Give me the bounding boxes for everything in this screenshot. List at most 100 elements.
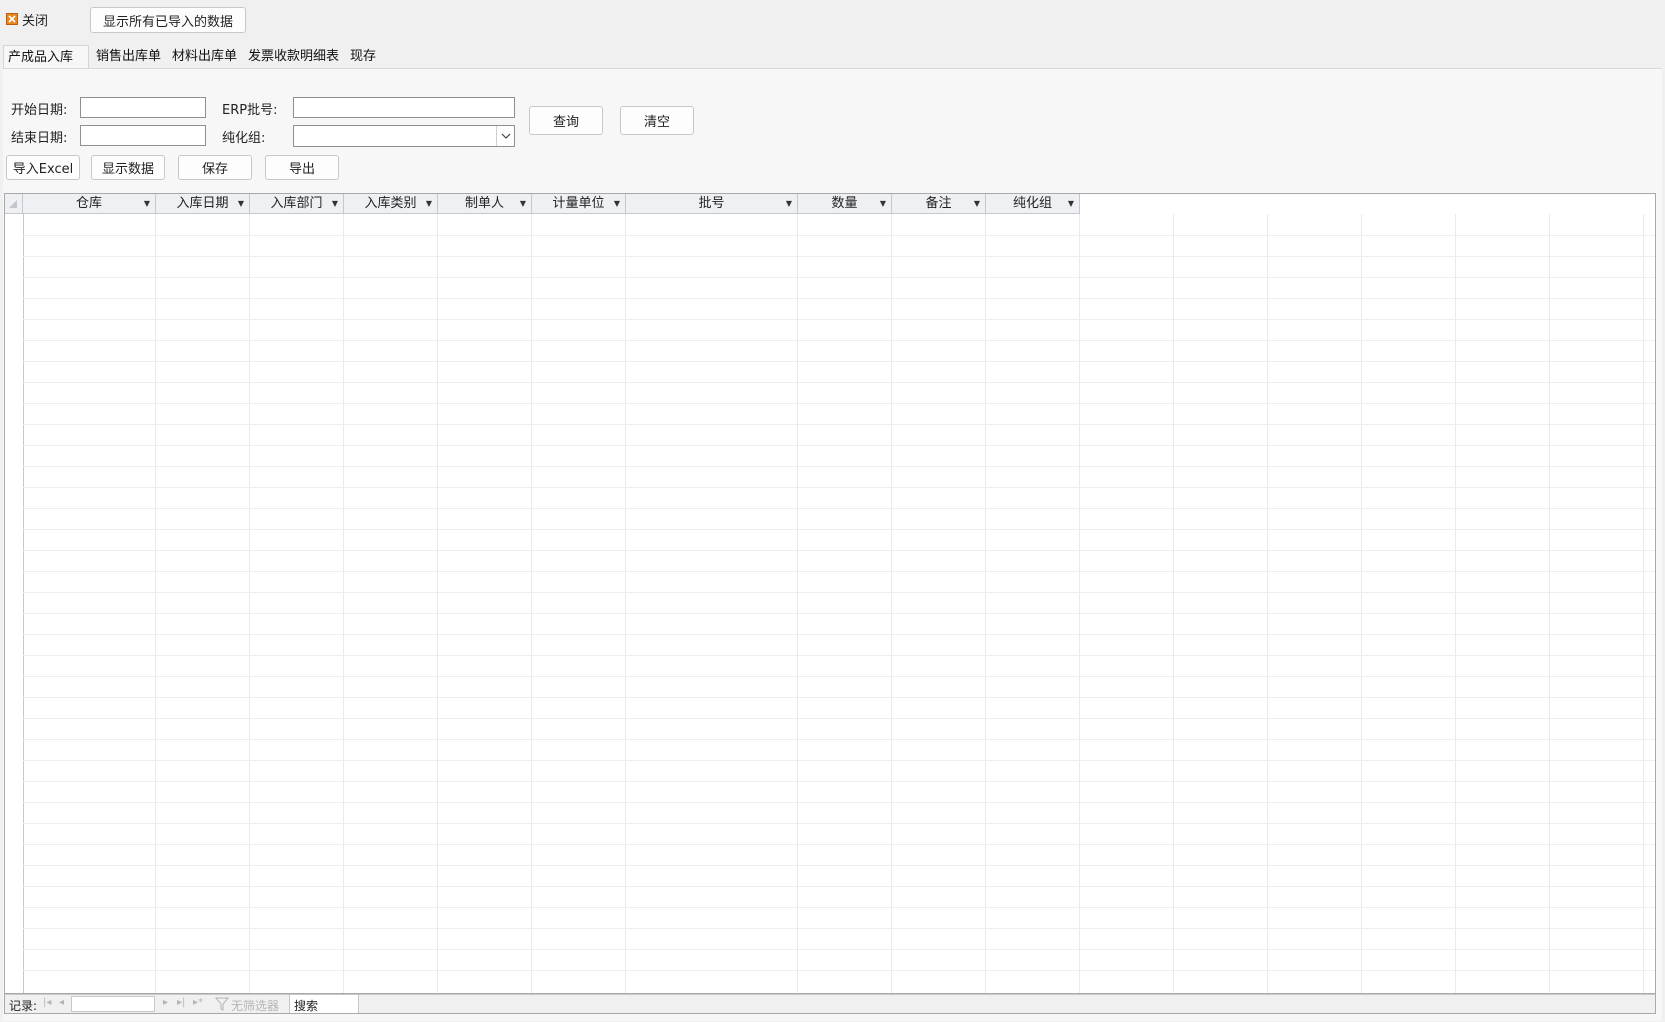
save-button[interactable]: 保存 — [178, 155, 252, 180]
dropdown-arrow-icon[interactable]: ▼ — [614, 194, 620, 214]
column-header-label: 纯化组 — [1012, 196, 1052, 211]
no-filter-label[interactable]: 无筛选器 — [231, 997, 279, 1014]
grid-line — [23, 844, 1655, 845]
column-header-purify-group[interactable]: 纯化组 ▼ — [986, 194, 1080, 214]
column-header-batch[interactable]: 批号 ▼ — [626, 194, 798, 214]
grid-line — [797, 214, 798, 993]
dropdown-arrow-icon[interactable]: ▼ — [786, 194, 792, 214]
grid-line — [1643, 214, 1644, 993]
close-command[interactable]: 关闭 — [6, 10, 48, 29]
grid-line — [23, 382, 1655, 383]
grid-line — [23, 466, 1655, 467]
grid-line — [985, 214, 986, 993]
grid-line — [23, 823, 1655, 824]
record-label: 记录: — [9, 999, 38, 1013]
column-header-quantity[interactable]: 数量 ▼ — [798, 194, 892, 214]
grid-line — [437, 214, 438, 993]
grid-line — [23, 403, 1655, 404]
column-header-label: 入库类别 — [364, 196, 417, 211]
grid-line — [155, 214, 156, 993]
column-header-label: 数量 — [831, 196, 858, 211]
column-header-unit[interactable]: 计量单位 ▼ — [532, 194, 626, 214]
column-header-inbound-type[interactable]: 入库类别 ▼ — [344, 194, 438, 214]
chevron-down-icon[interactable] — [496, 126, 514, 146]
purify-group-select[interactable] — [293, 125, 515, 147]
import-excel-button[interactable]: 导入Excel — [6, 155, 80, 180]
clear-button[interactable]: 清空 — [620, 106, 694, 135]
grid-line — [23, 277, 1655, 278]
tab-sales-outbound[interactable]: 销售出库单 — [92, 45, 166, 68]
grid-line — [23, 214, 24, 993]
grid-line — [23, 256, 1655, 257]
column-header-label: 批号 — [698, 196, 725, 211]
dropdown-arrow-icon[interactable]: ▼ — [426, 194, 432, 214]
grid-line — [23, 739, 1655, 740]
grid-line — [23, 487, 1655, 488]
datasheet-grid[interactable]: 仓库 ▼ 入库日期 ▼ 入库部门 ▼ 入库类别 ▼ 制单人 ▼ 计量单位 ▼ 批号 ▼ 数量 ▼… — [4, 193, 1656, 994]
next-record-icon[interactable]: ▸ — [163, 997, 168, 1008]
grid-line — [23, 445, 1655, 446]
grid-line — [23, 319, 1655, 320]
grid-line — [1079, 214, 1080, 993]
grid-line — [23, 634, 1655, 635]
grid-line — [1455, 214, 1456, 993]
grid-line — [23, 550, 1655, 551]
purify-group-label: 纯化组: — [222, 131, 266, 146]
last-record-icon[interactable]: ▸| — [177, 997, 185, 1008]
grid-line — [23, 361, 1655, 362]
search-label: 搜索 — [294, 999, 319, 1013]
export-button[interactable]: 导出 — [265, 155, 339, 180]
dropdown-arrow-icon[interactable]: ▼ — [974, 194, 980, 214]
dropdown-arrow-icon[interactable]: ▼ — [1068, 194, 1074, 214]
tab-material-outbound[interactable]: 材料出库单 — [168, 45, 242, 68]
grid-line — [891, 214, 892, 993]
query-button[interactable]: 查询 — [529, 106, 603, 135]
tab-current-stock[interactable]: 现存量 — [346, 45, 392, 87]
grid-line — [23, 697, 1655, 698]
column-header-inbound-dept[interactable]: 入库部门 ▼ — [250, 194, 344, 214]
grid-line — [23, 529, 1655, 530]
show-all-imported-button[interactable]: 显示所有已导入的数据 — [90, 7, 246, 33]
column-header-remarks[interactable]: 备注 ▼ — [892, 194, 986, 214]
grid-line — [23, 571, 1655, 572]
grid-line — [23, 613, 1655, 614]
dropdown-arrow-icon[interactable]: ▼ — [332, 194, 338, 214]
grid-line — [249, 214, 250, 993]
grid-line — [23, 424, 1655, 425]
grid-line — [23, 781, 1655, 782]
grid-line — [625, 214, 626, 993]
dropdown-arrow-icon[interactable]: ▼ — [238, 194, 244, 214]
filter-icon — [214, 997, 230, 1014]
record-number-field[interactable] — [71, 996, 155, 1012]
grid-line — [1361, 214, 1362, 993]
tab-product-inbound[interactable]: 产成品入库单 — [3, 45, 89, 88]
grid-line — [23, 298, 1655, 299]
show-data-button[interactable]: 显示数据 — [91, 155, 165, 180]
dropdown-arrow-icon[interactable]: ▼ — [880, 194, 886, 214]
tab-invoice-receipts[interactable]: 发票收款明细表 — [244, 45, 344, 68]
grid-line — [23, 760, 1655, 761]
dropdown-arrow-icon[interactable]: ▼ — [144, 194, 150, 214]
start-date-field[interactable] — [80, 97, 206, 118]
grid-line — [23, 907, 1655, 908]
first-record-icon[interactable]: |◂ — [43, 997, 51, 1008]
grid-line — [23, 340, 1655, 341]
column-header-label: 入库日期 — [176, 196, 229, 211]
new-record-icon[interactable]: ▸* — [193, 997, 203, 1008]
grid-line — [1267, 214, 1268, 993]
search-box[interactable]: 搜索 — [289, 995, 359, 1013]
grid-line — [23, 592, 1655, 593]
previous-record-icon[interactable]: ◂ — [59, 997, 64, 1008]
grid-line — [531, 214, 532, 993]
erp-batch-field[interactable] — [293, 97, 515, 118]
erp-batch-label: ERP批号: — [222, 103, 278, 118]
record-navigation-bar: 记录: |◂ ◂ ▸ ▸| ▸* 无筛选器 搜索 — [4, 994, 1656, 1014]
column-header-creator[interactable]: 制单人 ▼ — [438, 194, 532, 214]
grid-line — [23, 508, 1655, 509]
column-header-inbound-date[interactable]: 入库日期 ▼ — [156, 194, 250, 214]
end-date-label: 结束日期: — [11, 131, 68, 146]
column-header-warehouse[interactable]: 仓库 ▼ — [23, 194, 156, 214]
select-all-corner[interactable] — [5, 194, 23, 214]
end-date-field[interactable] — [80, 125, 206, 146]
dropdown-arrow-icon[interactable]: ▼ — [520, 194, 526, 214]
